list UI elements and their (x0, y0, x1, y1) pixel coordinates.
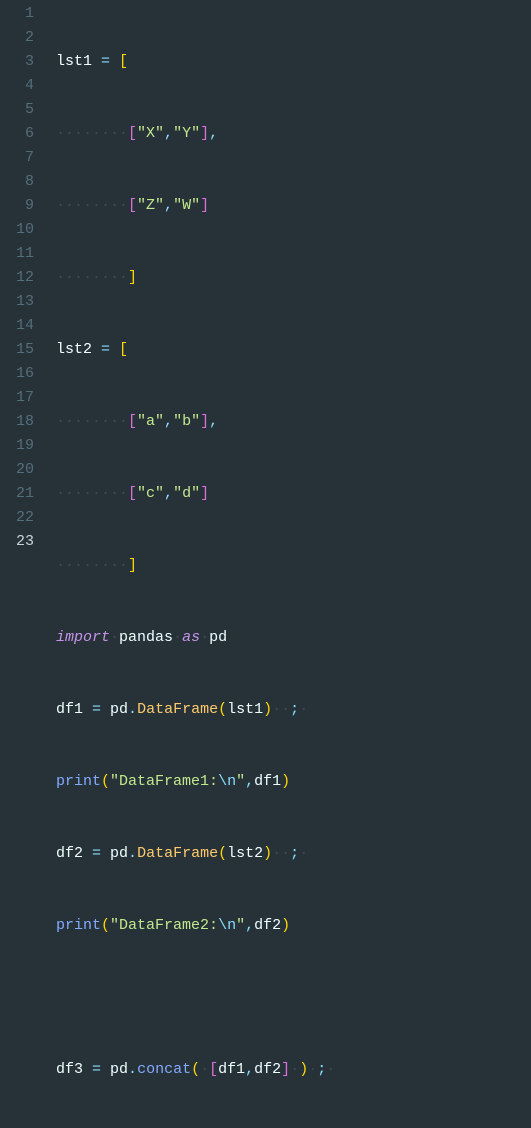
line-number: 5 (10, 98, 34, 122)
code-line[interactable]: df3 = pd.concat(·[df1,df2]·)·;· (56, 1058, 531, 1082)
code-line[interactable]: df2 = pd.DataFrame(lst2)··;· (56, 842, 531, 866)
code-line[interactable]: import·pandas·as·pd (56, 626, 531, 650)
line-number: 9 (10, 194, 34, 218)
line-number-gutter: 1 2 3 4 5 6 7 8 9 10 11 12 13 14 15 16 1… (0, 0, 44, 564)
line-number: 7 (10, 146, 34, 170)
line-number: 23 (10, 530, 34, 554)
code-area[interactable]: lst1 = [ ········["X","Y"], ········["Z"… (44, 0, 531, 564)
line-number: 10 (10, 218, 34, 242)
line-number: 22 (10, 506, 34, 530)
code-line[interactable]: ········] (56, 554, 531, 578)
code-line[interactable]: print("DataFrame2:\n",df2) (56, 914, 531, 938)
line-number: 12 (10, 266, 34, 290)
line-number: 20 (10, 458, 34, 482)
line-number: 1 (10, 2, 34, 26)
line-number: 11 (10, 242, 34, 266)
code-line[interactable]: lst2 = [ (56, 338, 531, 362)
code-editor[interactable]: 1 2 3 4 5 6 7 8 9 10 11 12 13 14 15 16 1… (0, 0, 531, 564)
code-line[interactable] (56, 986, 531, 1010)
code-line[interactable]: ········["a","b"], (56, 410, 531, 434)
line-number: 15 (10, 338, 34, 362)
code-line[interactable]: ········] (56, 266, 531, 290)
code-line[interactable]: df1 = pd.DataFrame(lst1)··;· (56, 698, 531, 722)
code-line[interactable]: ········["X","Y"], (56, 122, 531, 146)
line-number: 19 (10, 434, 34, 458)
line-number: 17 (10, 386, 34, 410)
code-line[interactable]: lst1 = [ (56, 50, 531, 74)
code-line[interactable]: ········["c","d"] (56, 482, 531, 506)
line-number: 6 (10, 122, 34, 146)
line-number: 16 (10, 362, 34, 386)
code-line[interactable]: print("DataFrame1:\n",df1) (56, 770, 531, 794)
code-line[interactable]: ········["Z","W"] (56, 194, 531, 218)
line-number: 14 (10, 314, 34, 338)
line-number: 8 (10, 170, 34, 194)
line-number: 4 (10, 74, 34, 98)
line-number: 21 (10, 482, 34, 506)
line-number: 18 (10, 410, 34, 434)
line-number: 2 (10, 26, 34, 50)
line-number: 3 (10, 50, 34, 74)
line-number: 13 (10, 290, 34, 314)
